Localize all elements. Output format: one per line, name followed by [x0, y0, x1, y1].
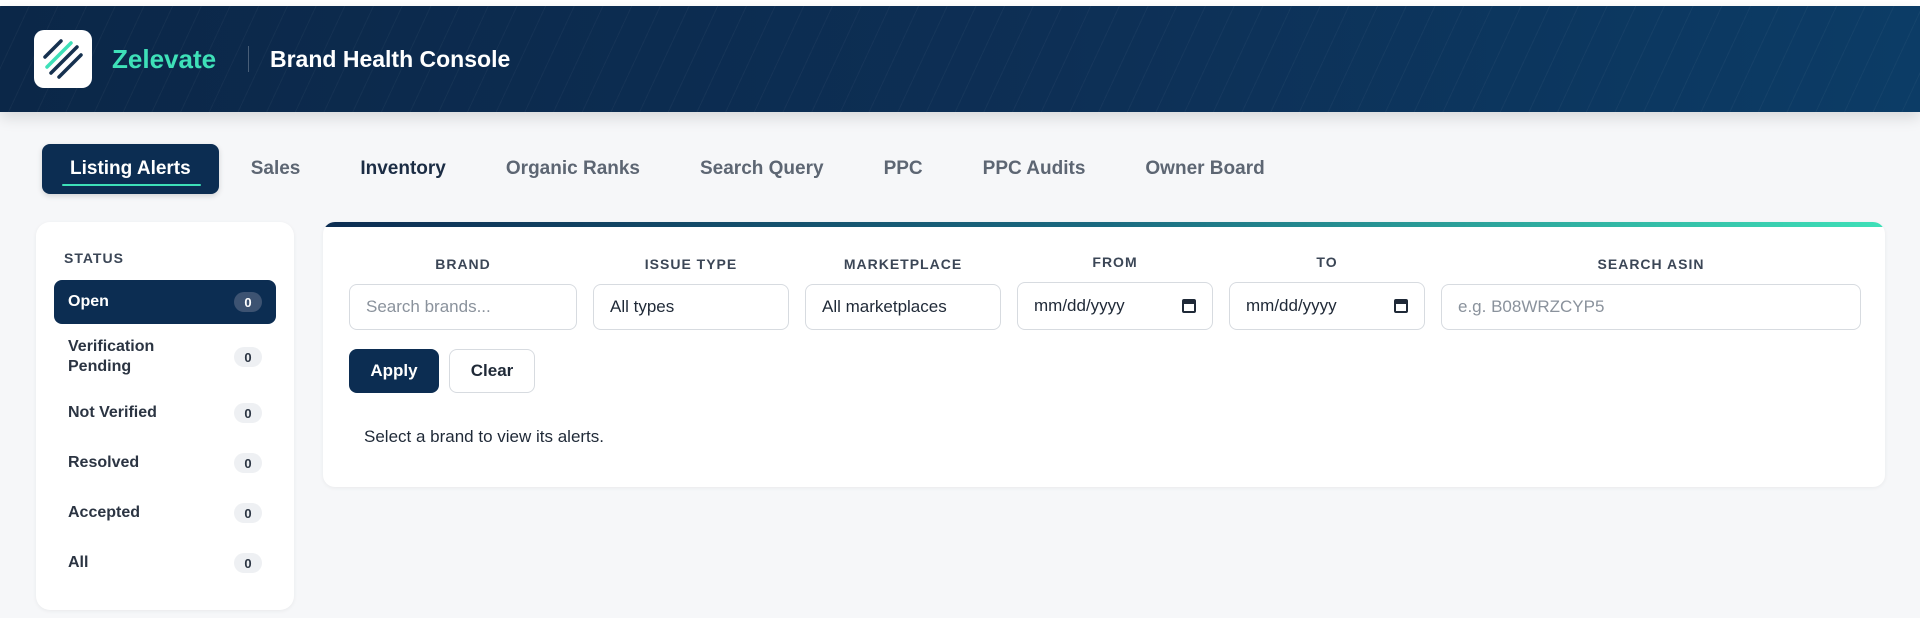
status-item-resolved[interactable]: Resolved 0	[54, 440, 276, 486]
clear-button[interactable]: Clear	[449, 349, 535, 393]
status-item-label: Verification Pending	[68, 338, 155, 375]
from-date-input[interactable]: mm/dd/yyyy	[1017, 282, 1213, 330]
status-item-open[interactable]: Open 0	[54, 280, 276, 324]
apply-button[interactable]: Apply	[349, 349, 439, 393]
issue-type-value: All types	[610, 297, 675, 316]
status-item-label: Not Verified	[68, 404, 157, 421]
to-date-value: mm/dd/yyyy	[1246, 296, 1337, 315]
to-date-input[interactable]: mm/dd/yyyy	[1229, 282, 1425, 330]
status-item-all[interactable]: All 0	[54, 540, 276, 586]
status-count-badge: 0	[234, 292, 262, 312]
status-item-not-verified[interactable]: Not Verified 0	[54, 390, 276, 436]
page-title: Brand Health Console	[270, 46, 511, 72]
alerts-panel: BRAND ISSUE TYPE All types MARKETPLACE A…	[323, 222, 1885, 487]
status-item-label: Resolved	[68, 454, 140, 471]
asin-search-input[interactable]	[1458, 297, 1844, 317]
from-date-value: mm/dd/yyyy	[1034, 296, 1125, 315]
to-date-label: TO	[1316, 254, 1338, 270]
brand-name: Zelevate	[112, 44, 217, 74]
calendar-icon[interactable]	[1182, 299, 1196, 313]
brand-filter-label: BRAND	[435, 256, 491, 272]
marketplace-select[interactable]: All marketplaces	[805, 284, 1001, 330]
issue-type-select[interactable]: All types	[593, 284, 789, 330]
status-list: Open 0 Verification Pending 0 Not Verifi…	[54, 280, 276, 586]
tab-listing-alerts[interactable]: Listing Alerts	[42, 144, 219, 194]
empty-state-message: Select a brand to view its alerts.	[364, 427, 605, 446]
status-count-badge: 0	[234, 453, 262, 473]
tab-sales[interactable]: Sales	[223, 144, 329, 194]
asin-search-field[interactable]	[1441, 284, 1861, 330]
status-heading: STATUS	[64, 250, 124, 266]
tab-ppc[interactable]: PPC	[856, 144, 951, 194]
status-item-label: Accepted	[68, 504, 141, 521]
marketplace-value: All marketplaces	[822, 297, 947, 316]
marketplace-label: MARKETPLACE	[843, 256, 963, 272]
status-item-label: Open	[68, 293, 109, 310]
tab-organic-ranks[interactable]: Organic Ranks	[478, 144, 668, 194]
search-asin-label: SEARCH ASIN	[1597, 256, 1705, 272]
status-sidebar: STATUS Open 0 Verification Pending 0 Not…	[36, 222, 294, 610]
tab-inventory[interactable]: Inventory	[332, 144, 474, 194]
status-item-accepted[interactable]: Accepted 0	[54, 490, 276, 536]
tab-search-query[interactable]: Search Query	[672, 144, 852, 194]
status-count-badge: 0	[234, 347, 262, 367]
tab-owner-board[interactable]: Owner Board	[1117, 144, 1292, 194]
header-divider	[248, 46, 249, 72]
tab-ppc-audits[interactable]: PPC Audits	[955, 144, 1114, 194]
status-item-label: All	[68, 554, 89, 571]
main-tabs: Listing Alerts Sales Inventory Organic R…	[42, 144, 1297, 194]
from-date-label: FROM	[1092, 254, 1138, 270]
status-count-badge: 0	[234, 403, 262, 423]
status-count-badge: 0	[234, 553, 262, 573]
brand-search-field[interactable]	[349, 284, 577, 330]
app-header: Zelevate Brand Health Console	[0, 6, 1920, 112]
zelevate-logo-icon[interactable]	[34, 30, 92, 88]
calendar-icon[interactable]	[1394, 299, 1408, 313]
status-count-badge: 0	[234, 503, 262, 523]
issue-type-label: ISSUE TYPE	[644, 256, 738, 272]
panel-accent-bar	[323, 222, 1885, 227]
brand-search-input[interactable]	[366, 297, 560, 317]
status-item-verification-pending[interactable]: Verification Pending 0	[54, 328, 276, 386]
